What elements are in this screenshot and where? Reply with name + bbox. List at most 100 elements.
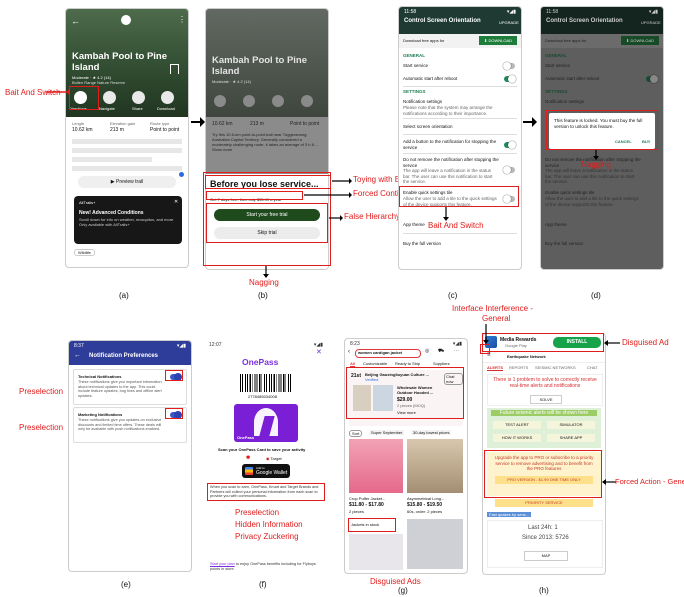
add-button-setting[interactable]: Add a button to the notification for sto…: [403, 139, 499, 150]
fast-quakes-tag: Fast quakes by sens...: [487, 512, 532, 517]
screenshot-c: 11:58 ▾◢▮ Control Screen Orientation UPGR…: [398, 6, 522, 270]
share-app-button[interactable]: SHARE APP: [547, 434, 595, 442]
no-remove-setting[interactable]: Do not remove the notification after sto…: [403, 157, 499, 168]
highlight-ad-corner: [480, 344, 490, 354]
more-icon[interactable]: ⋮: [178, 15, 186, 24]
download-icon[interactable]: [301, 95, 313, 107]
problem-text: There is 1 problem to solve to correctly…: [493, 377, 597, 389]
arrow-forced-action: [602, 479, 616, 485]
tab-customizable[interactable]: Customizable: [363, 361, 387, 366]
action-row: [206, 95, 328, 111]
start-service[interactable]: Start service: [545, 63, 659, 69]
tab-alerts[interactable]: ALERTS: [487, 365, 503, 371]
cart-icon[interactable]: ⛟: [438, 348, 444, 355]
notification-settings[interactable]: Notification settings: [403, 99, 517, 105]
highlight-directions: [69, 86, 99, 110]
auto-start[interactable]: Automatic start after reboot: [545, 76, 659, 82]
upgrade-link[interactable]: UPGRADE: [499, 20, 519, 25]
priority-service-button[interactable]: PRIORITY SERVICE: [495, 499, 593, 507]
how-it-works-button[interactable]: HOW IT WORKS: [493, 434, 541, 442]
share-icon[interactable]: [272, 95, 284, 107]
scan-text: Scan your OnePass Card to save your acti…: [218, 447, 306, 452]
back-icon[interactable]: ‹: [348, 349, 350, 355]
problem-card: There is 1 problem to solve to correctly…: [487, 374, 603, 406]
title-line-1: Kambah Pool to Pine: [72, 51, 168, 62]
filter-lowest-prices[interactable]: 30-day lowest prices: [411, 430, 452, 435]
search-input[interactable]: women cardigan jacket: [355, 349, 421, 358]
simulator-button[interactable]: SIMULATOR: [547, 421, 595, 429]
stat-elev: 213 m: [110, 127, 124, 133]
ad-banner[interactable]: Download free apps for ⬇ DOWNLOAD: [399, 34, 521, 48]
no-remove-toggle[interactable]: [503, 166, 515, 174]
status-time: 11:58: [546, 8, 559, 15]
map-button[interactable]: MAP: [524, 551, 568, 561]
auto-start-toggle[interactable]: [504, 75, 516, 83]
status-time: 11:58: [404, 8, 417, 15]
product-image-1: [349, 439, 403, 493]
preview-trail-button[interactable]: ▶ Preview trail: [78, 176, 176, 188]
start-service[interactable]: Start service: [403, 63, 517, 69]
tab-seismic[interactable]: SEISMIC NETWORKS: [535, 365, 576, 370]
divider: [403, 86, 517, 87]
app-theme[interactable]: App theme: [545, 222, 659, 228]
arrow-toying: [332, 178, 352, 184]
quick-tile-setting[interactable]: Enable quick settings tile: [545, 190, 641, 196]
auto-start[interactable]: Automatic start after reboot: [403, 76, 517, 82]
select-orientation[interactable]: Select screen orientation: [403, 124, 517, 130]
filter-super-september[interactable]: Super September: [369, 430, 405, 435]
upgrade-link[interactable]: UPGRADE: [641, 20, 661, 25]
bookmark-icon[interactable]: [170, 64, 179, 74]
start-service-toggle[interactable]: [503, 62, 515, 70]
camera-icon[interactable]: ◎: [425, 348, 429, 354]
auto-start-toggle[interactable]: [646, 75, 658, 83]
navigate-icon[interactable]: [243, 95, 255, 107]
target-label: Target: [270, 456, 282, 461]
google-wallet-button[interactable]: Add to Google Wallet: [242, 464, 290, 478]
placeholder-bar: [72, 166, 182, 171]
label-disguised-ads: Disguised Ads: [370, 577, 421, 586]
label-preselection-e2: Preselection: [19, 423, 64, 432]
ad-text: Download free apps for: [545, 38, 587, 43]
test-alert-button[interactable]: TEST ALERT: [493, 421, 541, 429]
arrow-nagging-b: [263, 266, 269, 278]
action-share: Share: [132, 106, 143, 111]
highlight-dialog: [546, 110, 658, 150]
tab-reports[interactable]: REPORTS: [509, 365, 528, 370]
tab-ready[interactable]: Ready to Ship: [395, 361, 420, 366]
product-2-name[interactable]: Asymmetrical Long...: [407, 496, 444, 501]
back-icon[interactable]: ←: [71, 16, 80, 26]
arrow-nagging-d: [593, 150, 599, 160]
tab-chat[interactable]: CHAT: [587, 365, 598, 370]
start-plan-link[interactable]: Start your plan: [210, 562, 235, 566]
navigate-icon[interactable]: [103, 91, 116, 104]
wildlife-chip[interactable]: Wildlife: [74, 249, 95, 256]
more-icon[interactable]: ⋯: [454, 348, 459, 354]
highlight-in-stock: [348, 518, 396, 532]
highlight-technical-toggle: [165, 370, 183, 381]
close-icon[interactable]: ✕: [174, 199, 178, 205]
back-icon[interactable]: ←: [74, 352, 81, 359]
product-1-name[interactable]: Crop Puffer Jacket...: [349, 496, 385, 501]
add-button-toggle[interactable]: [504, 141, 516, 149]
divider: [403, 118, 517, 119]
arrow-c-to-d: [523, 117, 537, 127]
status-time: 8:23: [350, 340, 360, 347]
tab-suppliers[interactable]: Suppliers: [433, 361, 450, 366]
no-remove-sub: The app will leave a notification in the…: [403, 168, 493, 184]
download-icon[interactable]: [161, 91, 174, 104]
alltrails-popup[interactable]: AllTrails+ ✕ New! Advanced Conditions Sc…: [74, 196, 182, 244]
footer-text: Start your plan to enjoy OnePass benefit…: [210, 562, 322, 571]
share-icon[interactable]: [132, 91, 145, 104]
close-icon[interactable]: ✕: [316, 348, 322, 356]
ad-banner[interactable]: Download free apps for ⬇ DOWNLOAD: [541, 34, 663, 48]
last-24h: Last 24h: 1: [528, 525, 558, 531]
notification-settings[interactable]: Notification settings: [545, 99, 659, 105]
filter-sort[interactable]: Sort: [349, 430, 363, 437]
directions-icon[interactable]: [214, 95, 226, 107]
ad-download-button[interactable]: ⬇ DOWNLOAD: [621, 36, 659, 45]
ad-download-button[interactable]: ⬇ DOWNLOAD: [479, 36, 517, 45]
buy-full-version[interactable]: Buy the full version: [403, 241, 517, 247]
card-label: OnePass: [237, 435, 255, 440]
solve-button[interactable]: SOLVE: [530, 395, 562, 404]
buy-full-version[interactable]: Buy the full version: [545, 241, 659, 247]
